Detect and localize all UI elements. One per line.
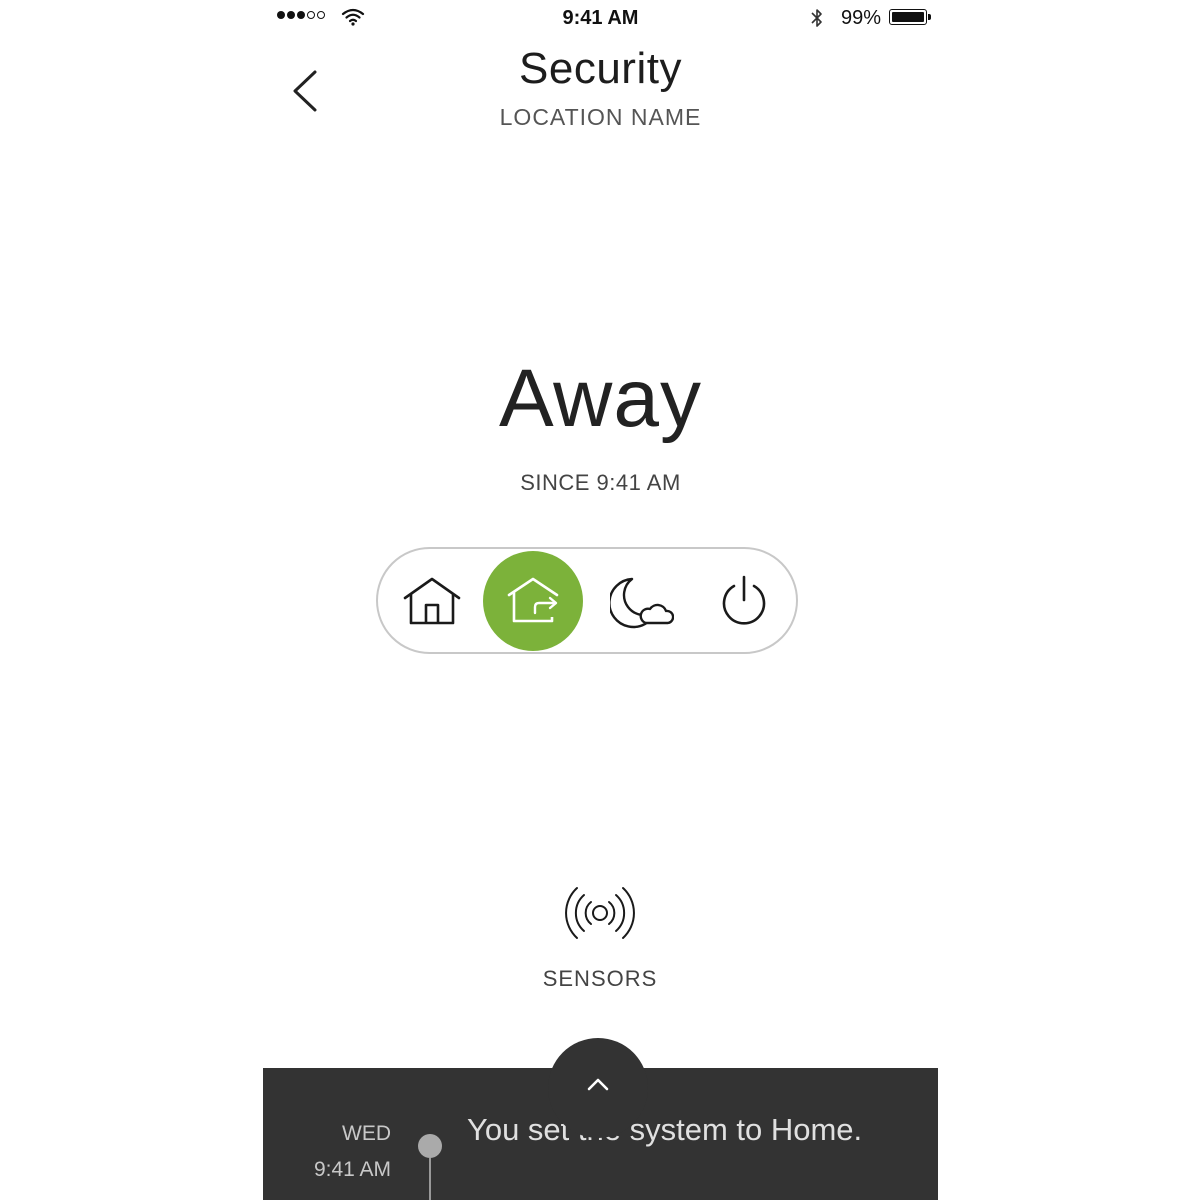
bluetooth-icon <box>811 9 822 27</box>
sensors-button[interactable]: SENSORS <box>525 880 675 1000</box>
mode-selector <box>376 547 798 654</box>
location-name: LOCATION NAME <box>499 104 702 130</box>
timeline-dot <box>418 1134 442 1158</box>
activity-day: WED <box>342 1122 391 1145</box>
activity-message: You set the system to Home. <box>467 1112 863 1147</box>
mode-away-button[interactable] <box>483 551 583 651</box>
status-time: 9:41 AM <box>562 7 639 29</box>
mode-since-time: SINCE 9:41 AM <box>520 470 681 495</box>
mode-night-button[interactable] <box>592 551 692 651</box>
activity-time: 9:41 AM <box>313 1158 391 1181</box>
chevron-up-icon <box>587 1078 609 1091</box>
status-bar: 9:41 AM 99% <box>263 0 938 36</box>
page-title: Security <box>519 44 682 93</box>
security-screen: 9:41 AM 99% Security LOCATION NAME Away … <box>263 0 938 1200</box>
current-mode-title: Away <box>498 353 703 444</box>
sensors-label: SENSORS <box>542 966 658 991</box>
sensors-icon <box>565 887 635 939</box>
away-icon <box>507 577 559 623</box>
battery-icon <box>889 9 927 25</box>
night-icon <box>610 577 674 629</box>
power-icon <box>722 575 766 625</box>
home-icon <box>403 577 461 625</box>
mode-off-button[interactable] <box>694 551 794 651</box>
mode-home-button[interactable] <box>382 551 482 651</box>
expand-activity-button[interactable] <box>548 1038 648 1138</box>
timeline-line <box>429 1158 431 1200</box>
battery-percentage: 99% <box>841 7 882 29</box>
